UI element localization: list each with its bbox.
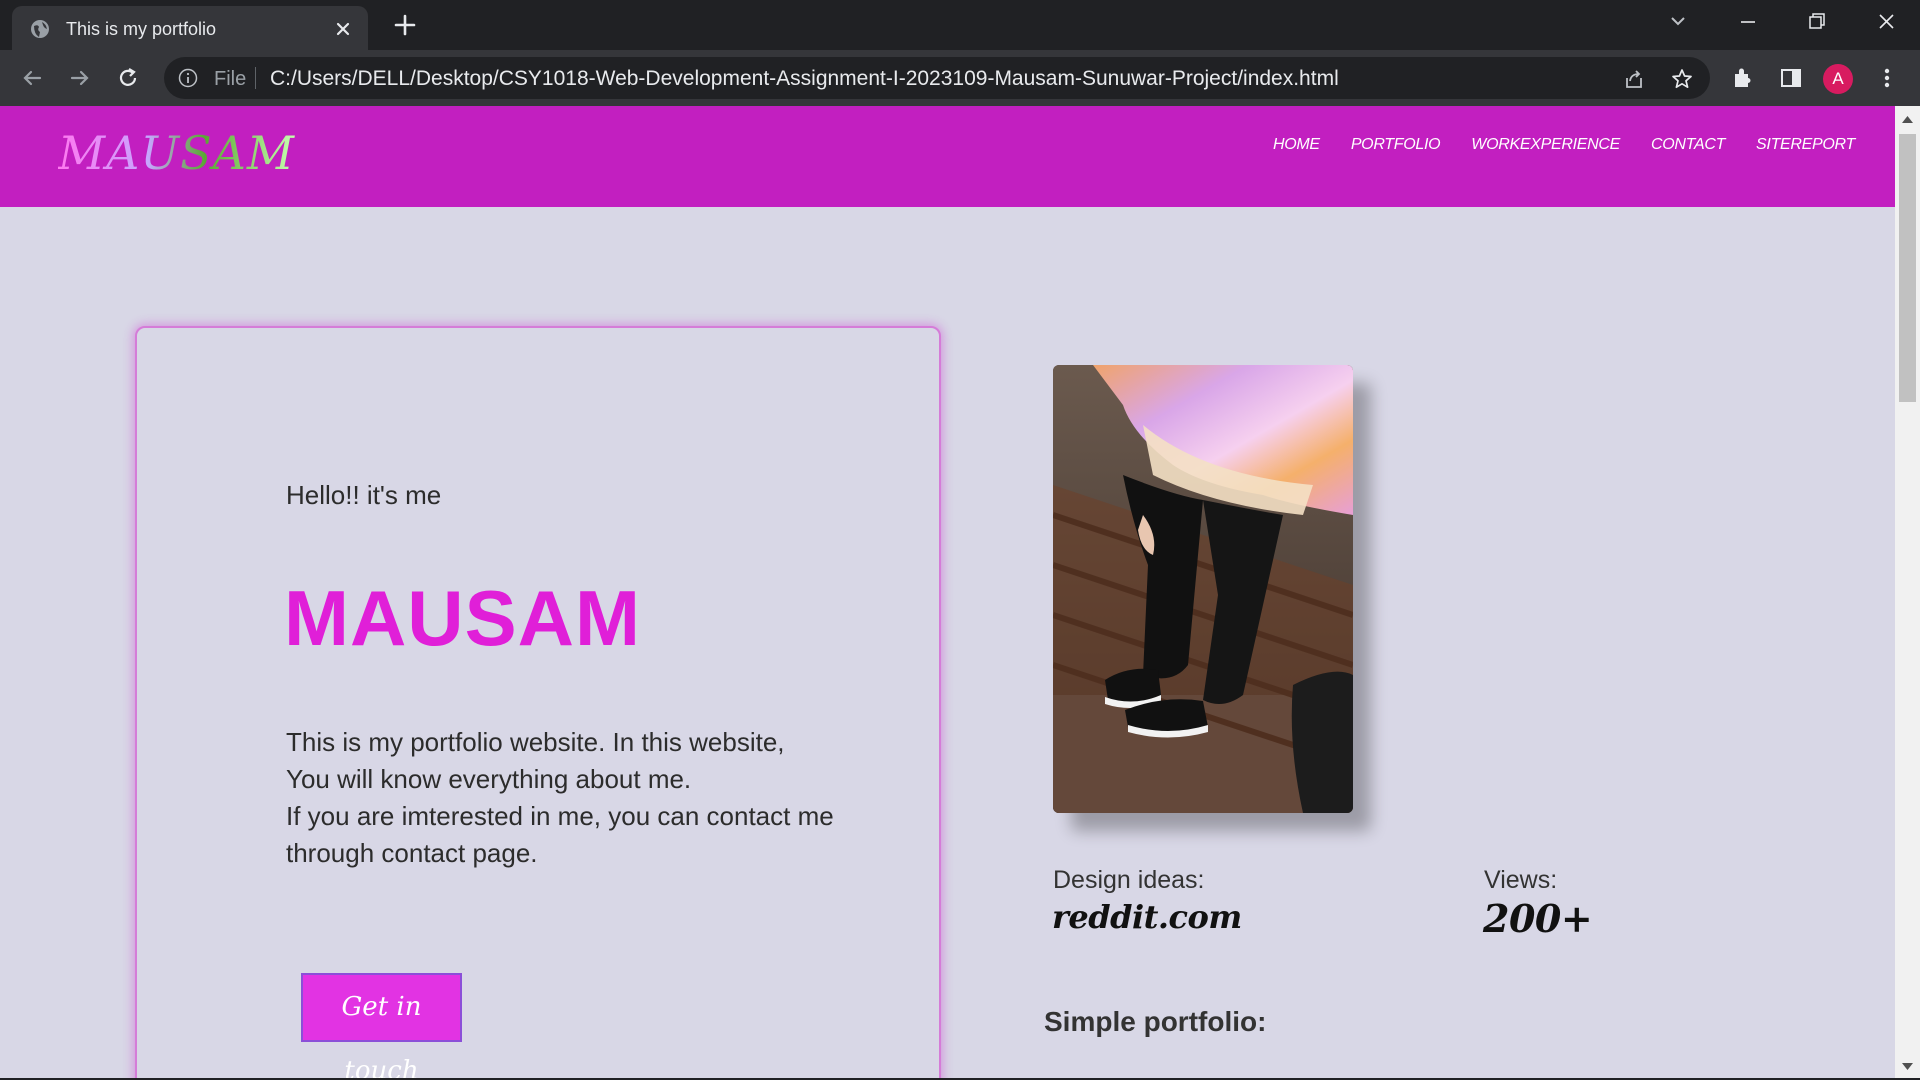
share-icon[interactable]	[1622, 67, 1646, 91]
profile-photo-illustration	[1053, 365, 1353, 813]
globe-icon	[31, 20, 49, 38]
url-text[interactable]: C:/Users/DELL/Desktop/CSY1018-Web-Develo…	[270, 67, 1339, 91]
nav-portfolio[interactable]: PORTFOLIO	[1351, 136, 1441, 154]
file-scheme-label: File	[214, 68, 247, 90]
intro-card: Hello!! it's me MAUSAM This is my portfo…	[135, 326, 941, 1078]
site-header: MAUSAM HOME PORTFOLIO WORKEXPERIENCE CON…	[0, 106, 1895, 207]
description-line: You will know everything about me.	[286, 764, 692, 794]
design-ideas-value: reddit.com	[1052, 898, 1242, 936]
forward-arrow-icon[interactable]	[66, 64, 94, 92]
views-label: Views:	[1484, 866, 1558, 894]
nav-home[interactable]: HOME	[1273, 136, 1320, 154]
scroll-up-arrow-icon[interactable]	[1901, 114, 1914, 124]
reload-icon[interactable]	[114, 64, 142, 92]
minimize-icon[interactable]	[1730, 8, 1766, 36]
new-tab-icon[interactable]	[392, 12, 418, 38]
description-line: This is my portfolio website. In this we…	[286, 727, 785, 757]
tab-title: This is my portfolio	[66, 19, 217, 39]
address-bar[interactable]: File C:/Users/DELL/Desktop/CSY1018-Web-D…	[164, 57, 1710, 99]
tab-search-chevron-icon[interactable]	[1660, 8, 1696, 36]
page-scrollbar[interactable]	[1895, 106, 1920, 1078]
design-ideas-label: Design ideas:	[1053, 866, 1205, 894]
description-line: If you are imterested in me, you can con…	[286, 801, 834, 831]
greeting-text: Hello!! it's me	[286, 480, 442, 510]
browser-tab[interactable]: This is my portfolio	[12, 6, 368, 50]
menu-kebab-icon[interactable]	[1874, 65, 1900, 91]
profile-photo	[1053, 365, 1353, 813]
scroll-thumb[interactable]	[1899, 134, 1916, 402]
site-nav: HOME PORTFOLIO WORKEXPERIENCE CONTACT SI…	[1273, 136, 1855, 154]
intro-description: This is my portfolio website. In this we…	[286, 724, 846, 872]
omnibox-divider	[255, 67, 256, 89]
description-line: through contact page.	[286, 838, 538, 868]
simple-portfolio-heading: Simple portfolio:	[1044, 1006, 1267, 1037]
tab-strip: This is my portfolio	[0, 0, 1920, 50]
scroll-down-arrow-icon[interactable]	[1901, 1062, 1914, 1072]
nav-sitereport[interactable]: SITEREPORT	[1756, 136, 1855, 154]
views-value: 200+	[1483, 896, 1593, 941]
close-window-icon[interactable]	[1868, 8, 1904, 36]
page-viewport: MAUSAM HOME PORTFOLIO WORKEXPERIENCE CON…	[0, 106, 1920, 1078]
close-tab-icon[interactable]	[332, 18, 354, 40]
bookmark-star-icon[interactable]	[1670, 67, 1694, 91]
back-arrow-icon[interactable]	[18, 64, 46, 92]
extensions-puzzle-icon[interactable]	[1730, 65, 1756, 91]
hero-name: MAUSAM	[284, 574, 641, 662]
site-logo[interactable]: MAUSAM	[58, 126, 295, 180]
side-panel-icon[interactable]	[1778, 65, 1804, 91]
nav-workexperience[interactable]: WORKEXPERIENCE	[1471, 136, 1620, 154]
get-in-touch-button[interactable]: Get in touch	[301, 973, 462, 1078]
browser-toolbar: File C:/Users/DELL/Desktop/CSY1018-Web-D…	[0, 50, 1920, 106]
nav-contact[interactable]: CONTACT	[1651, 136, 1725, 154]
profile-avatar[interactable]: A	[1823, 64, 1853, 94]
restore-icon[interactable]	[1798, 8, 1834, 36]
info-icon[interactable]	[178, 68, 198, 88]
